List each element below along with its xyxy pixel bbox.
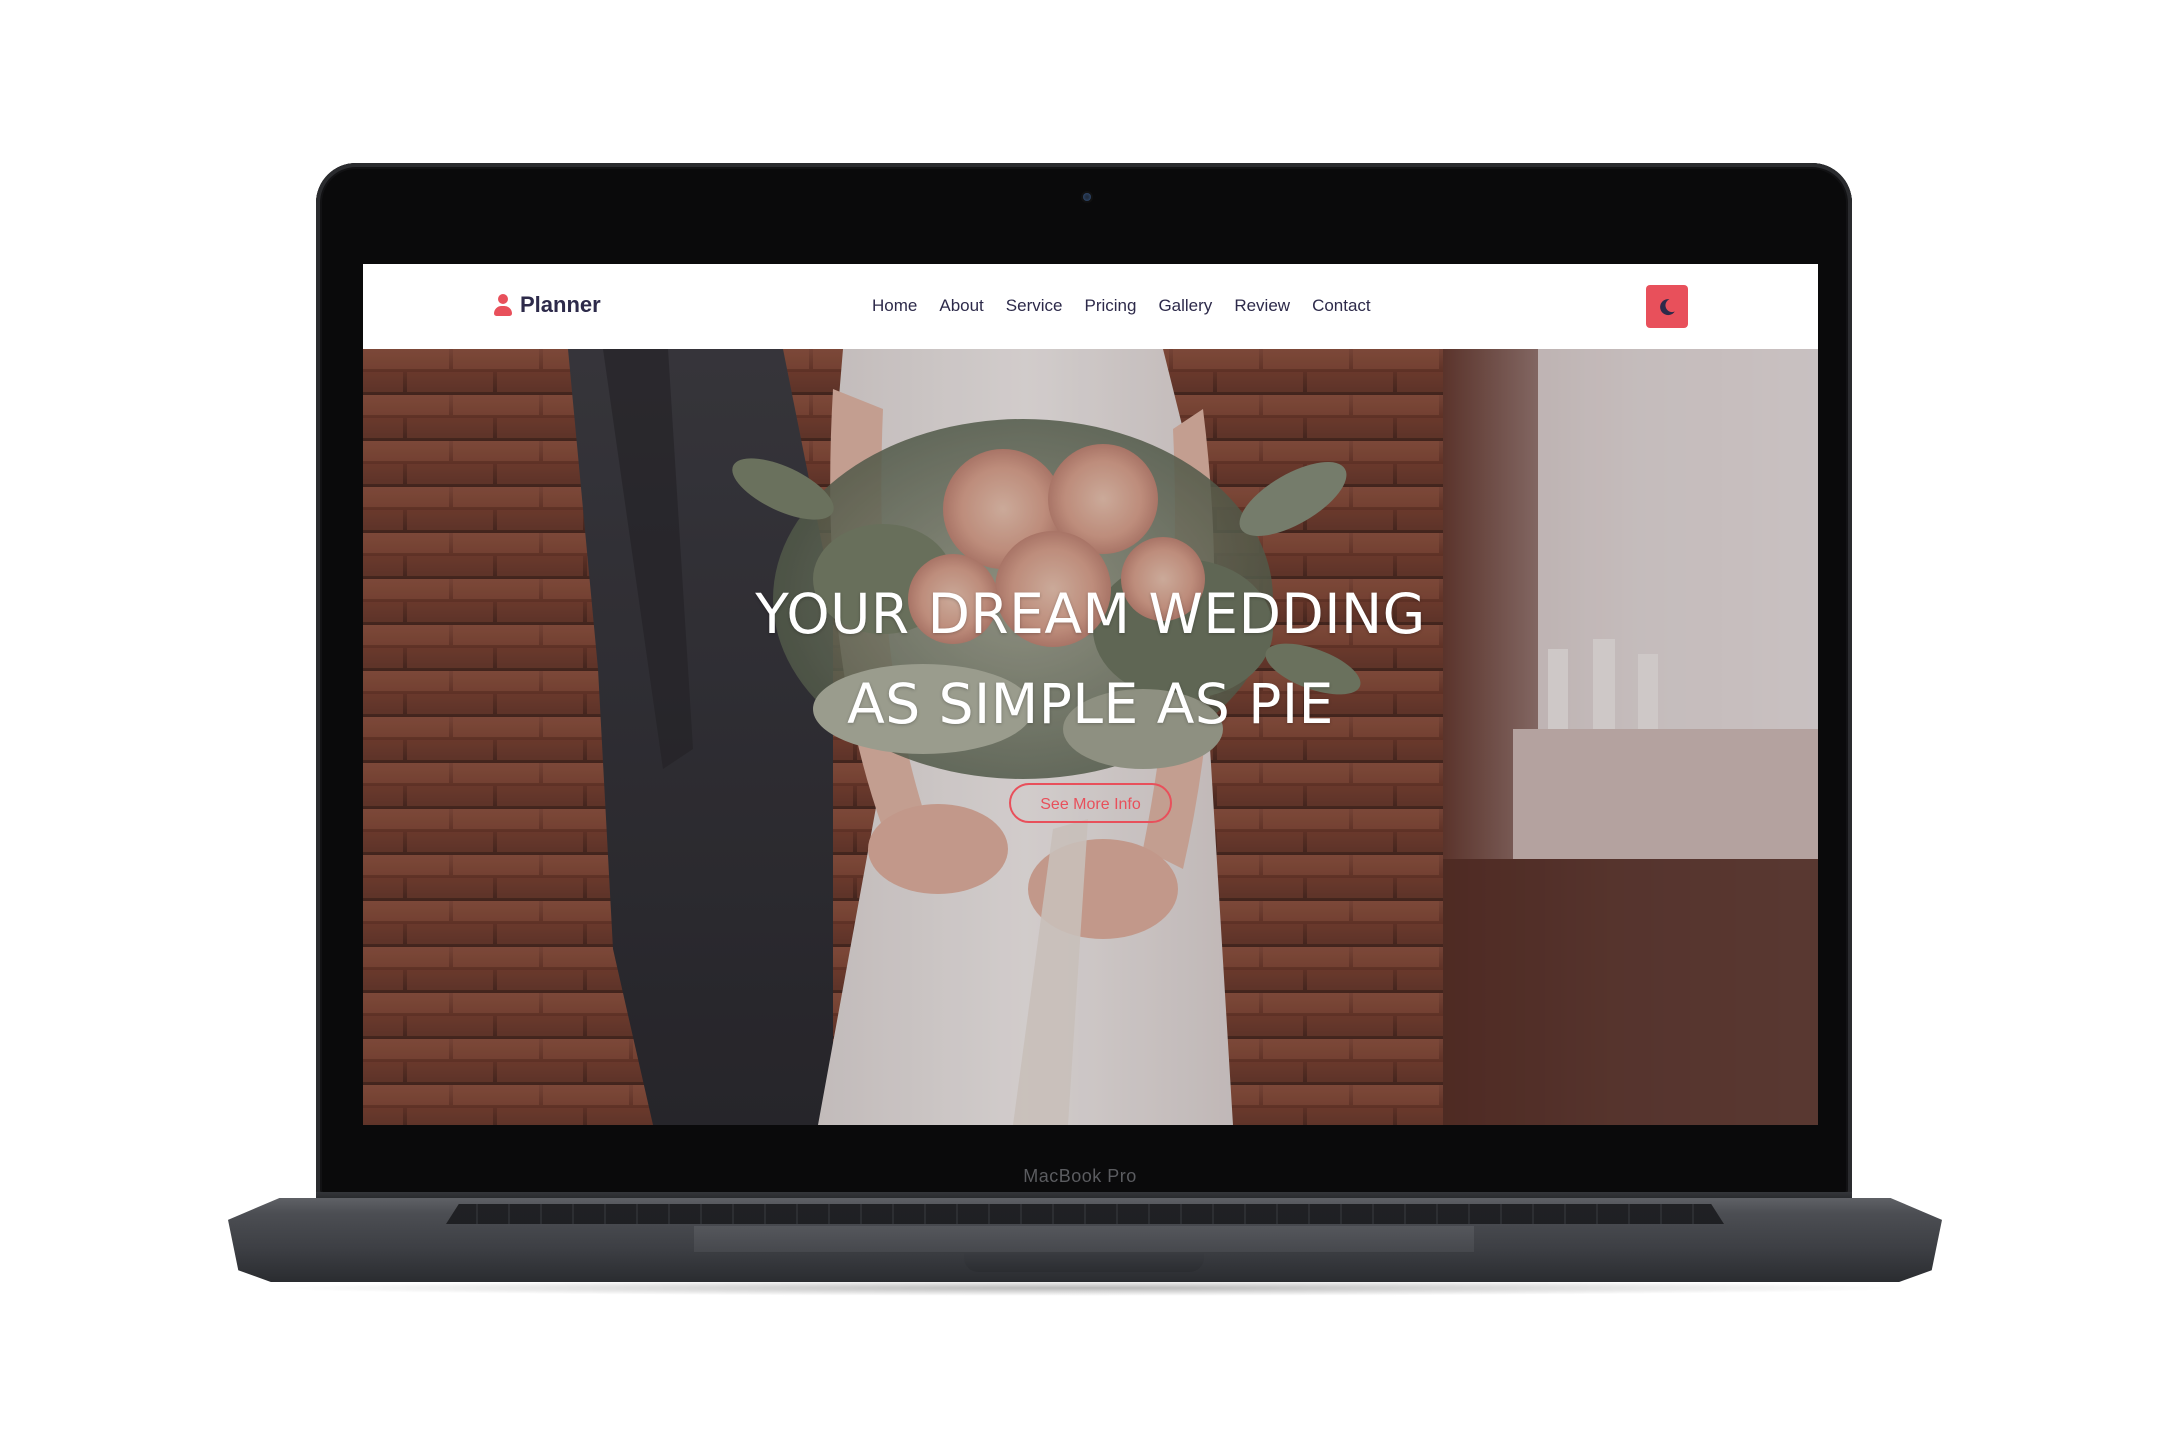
see-more-info-button[interactable]: See More Info — [1009, 783, 1172, 823]
nav-menu: Home About Service Pricing Gallery Revie… — [872, 296, 1371, 316]
navbar: Planner Home About Service Pricing Galle… — [363, 264, 1818, 349]
laptop-shadow — [260, 1280, 1920, 1296]
moon-icon — [1660, 298, 1675, 315]
website: Planner Home About Service Pricing Galle… — [363, 264, 1818, 1125]
keyboard-edge — [446, 1204, 1724, 1224]
nav-link-contact[interactable]: Contact — [1312, 296, 1371, 316]
trackpad-edge — [694, 1226, 1474, 1253]
hero-title-line-2: AS SIMPLE AS PIE — [847, 672, 1334, 736]
nav-link-review[interactable]: Review — [1234, 296, 1290, 316]
nav-link-pricing[interactable]: Pricing — [1084, 296, 1136, 316]
nav-link-service[interactable]: Service — [1006, 296, 1063, 316]
device-label: MacBook Pro — [1023, 1166, 1137, 1186]
nav-link-gallery[interactable]: Gallery — [1158, 296, 1212, 316]
stage: Planner Home About Service Pricing Galle… — [0, 0, 2160, 1440]
laptop-notch — [964, 1252, 1204, 1272]
brand-logo[interactable]: Planner — [494, 292, 601, 318]
laptop-screen: Planner Home About Service Pricing Galle… — [363, 264, 1818, 1125]
camera-icon — [1083, 193, 1091, 201]
nav-link-home[interactable]: Home — [872, 296, 917, 316]
person-icon — [494, 293, 512, 317]
theme-toggle-button[interactable] — [1646, 285, 1688, 328]
hero-title-line-1: YOUR DREAM WEDDING — [755, 582, 1426, 646]
nav-link-about[interactable]: About — [939, 296, 983, 316]
hero-title: YOUR DREAM WEDDING AS SIMPLE AS PIE — [363, 569, 1818, 749]
brand-name: Planner — [520, 292, 601, 317]
hero-section: YOUR DREAM WEDDING AS SIMPLE AS PIE See … — [363, 349, 1818, 1125]
